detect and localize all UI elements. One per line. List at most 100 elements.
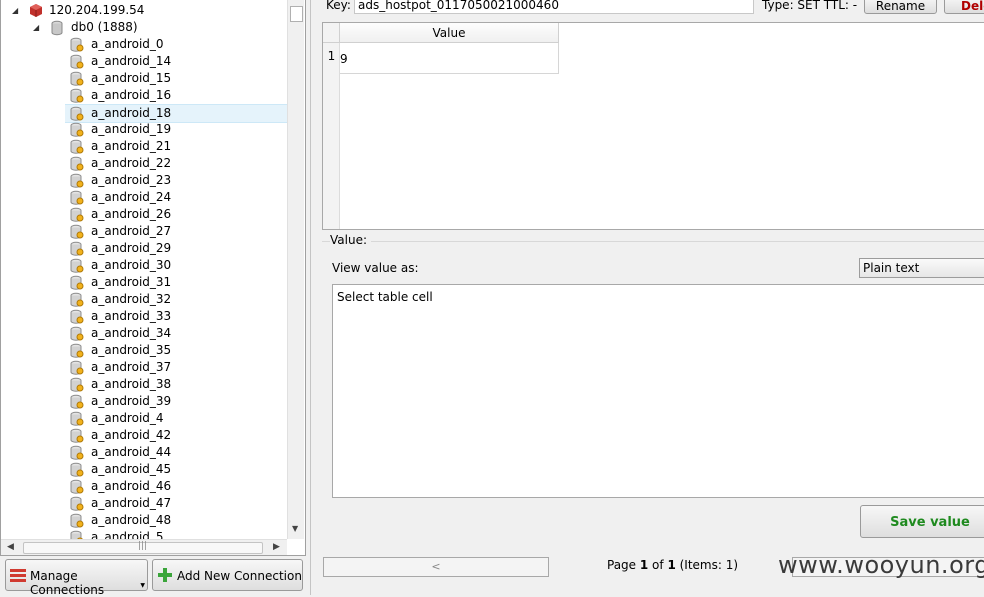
total-pages: 1 [667,558,676,572]
column-header-value[interactable]: Value [340,23,559,43]
expanded-arrow-icon[interactable]: ◢ [33,23,42,32]
expanded-arrow-icon[interactable]: ◢ [12,6,21,15]
key-item[interactable]: a_android_30 [65,257,287,274]
key-item[interactable]: a_android_44 [65,444,287,461]
tree-vertical-scrollbar[interactable]: ▼ [287,0,304,539]
key-item[interactable]: a_android_39 [65,393,287,410]
key-label: a_android_46 [91,479,172,493]
key-label: a_android_32 [91,292,172,306]
key-label: a_android_5 [91,530,164,539]
table-corner [323,23,340,43]
key-item[interactable]: a_android_23 [65,172,287,189]
key-item[interactable]: a_android_0 [65,36,287,53]
key-item[interactable]: a_android_45 [65,461,287,478]
connections-panel: ◢ 120.204.199.54 ◢ db0 (1888) a_android_… [0,0,306,556]
key-icon [70,173,84,188]
key-icon [70,106,84,121]
dropdown-arrow-icon: ▼ [140,582,145,589]
key-label: a_android_29 [91,241,172,255]
key-icon [70,496,84,511]
server-node[interactable]: ◢ 120.204.199.54 [1,2,287,19]
connection-tree: ◢ 120.204.199.54 ◢ db0 (1888) a_android_… [1,0,287,539]
key-label: a_android_47 [91,496,172,510]
key-item[interactable]: a_android_19 [65,121,287,138]
key-icon [70,445,84,460]
key-label: a_android_48 [91,513,172,527]
scroll-right-arrow-icon[interactable]: ▶ [273,542,280,552]
key-label: a_android_38 [91,377,172,391]
key-item[interactable]: a_android_31 [65,274,287,291]
key-item[interactable]: a_android_35 [65,342,287,359]
key-item[interactable]: a_android_24 [65,189,287,206]
key-icon [70,377,84,392]
scroll-left-arrow-icon[interactable]: ◀ [7,542,14,552]
tree-horizontal-scrollbar[interactable]: ◀ ||| ▶ [1,539,287,555]
key-icon [70,394,84,409]
add-connection-button[interactable]: Add New Connection [152,559,303,591]
key-item[interactable]: a_android_26 [65,206,287,223]
save-value-button[interactable]: Save value [860,505,984,538]
row-number[interactable]: 1 [323,49,340,63]
key-item[interactable]: a_android_22 [65,155,287,172]
previous-page-button[interactable]: < [323,557,549,577]
key-label: a_android_23 [91,173,172,187]
key-label: a_android_0 [91,37,164,51]
key-item[interactable]: a_android_38 [65,376,287,393]
value-group-title: Value: [330,233,371,247]
key-label: a_android_22 [91,156,172,170]
key-item[interactable]: a_android_42 [65,427,287,444]
rename-button[interactable]: Rename [864,0,937,14]
key-item[interactable]: a_android_16 [65,87,287,104]
key-item[interactable]: a_android_32 [65,291,287,308]
key-item[interactable]: a_android_5 [65,529,287,539]
grip-icon: ||| [138,541,148,551]
key-item[interactable]: a_android_27 [65,223,287,240]
key-label: a_android_24 [91,190,172,204]
manage-connections-button[interactable]: Manage Connections ▼ [5,559,148,597]
key-item[interactable]: a_android_46 [65,478,287,495]
key-icon [70,207,84,222]
watermark: www.wooyun.org [778,551,984,579]
key-icon [70,139,84,154]
database-node[interactable]: ◢ db0 (1888) [1,19,287,36]
key-item[interactable]: a_android_34 [65,325,287,342]
current-page: 1 [639,558,649,572]
key-item[interactable]: a_android_21 [65,138,287,155]
scroll-thumb[interactable] [290,6,303,22]
key-icon [70,275,84,290]
key-icon [70,156,84,171]
value-table: Value 1 9 [322,22,984,230]
table-cell[interactable]: 9 [340,43,559,74]
scroll-thumb[interactable]: ||| [23,541,263,554]
value-placeholder: Select table cell [337,290,433,304]
key-item[interactable]: a_android_47 [65,495,287,512]
manage-connections-label: Manage Connections [30,569,105,597]
key-label: a_android_31 [91,275,172,289]
key-icon [70,71,84,86]
key-item[interactable]: a_android_15 [65,70,287,87]
key-icon [70,54,84,69]
splitter[interactable] [310,0,311,595]
key-icon [70,190,84,205]
key-label: a_android_15 [91,71,172,85]
key-icon [70,309,84,324]
key-item[interactable]: a_android_33 [65,308,287,325]
view-format-select[interactable]: Plain text [859,258,984,278]
key-label: a_android_18 [91,106,172,120]
type-ttl-label: Type: SET TTL: - [762,0,858,12]
key-icon [70,122,84,137]
key-item[interactable]: a_android_29 [65,240,287,257]
key-item[interactable]: a_android_37 [65,359,287,376]
key-name-field[interactable]: ads_hostpot_0117050021000460 [354,0,754,14]
key-icon [70,88,84,103]
scroll-down-arrow-icon[interactable]: ▼ [292,524,298,533]
key-icon [70,224,84,239]
key-icon [70,343,84,358]
key-item[interactable]: a_android_48 [65,512,287,529]
delete-button[interactable]: Dele [944,0,984,14]
key-item[interactable]: a_android_4 [65,410,287,427]
key-icon [70,428,84,443]
row-header-gutter [323,43,340,229]
key-item[interactable]: a_android_14 [65,53,287,70]
value-editor[interactable]: Select table cell [332,284,984,498]
